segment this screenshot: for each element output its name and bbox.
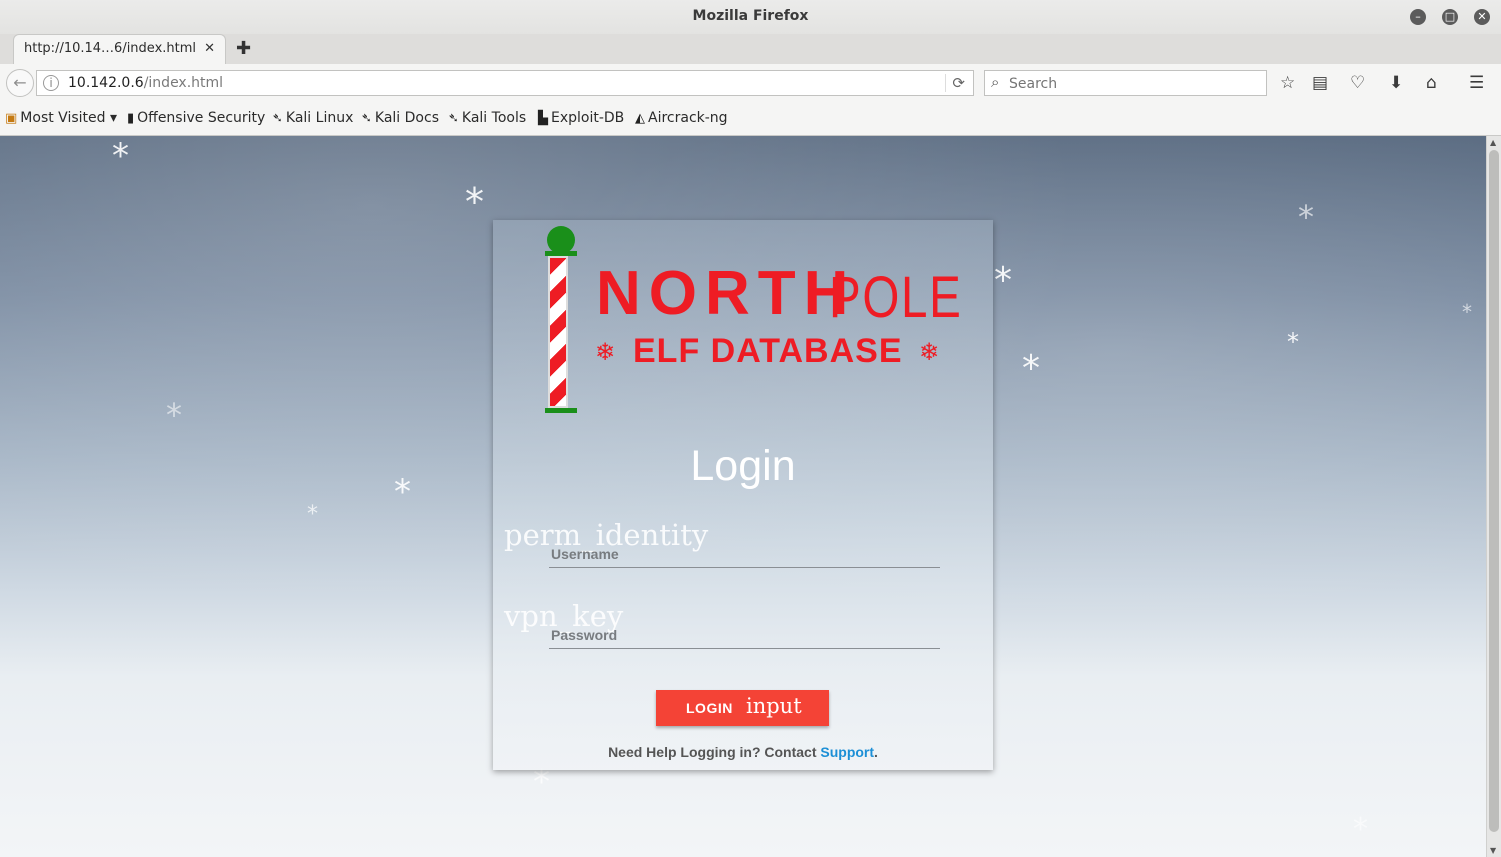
kali-icon: ➴ bbox=[448, 111, 459, 126]
bookmark-label: Exploit-DB bbox=[551, 110, 625, 126]
folder-icon: ▣ bbox=[5, 111, 18, 126]
back-arrow-icon[interactable]: ← bbox=[6, 69, 34, 97]
navigation-toolbar: ← i 10.142.0.6/index.html ⟳ ⌕ ☆ ▤ ♡ ⬇ ⌂ … bbox=[0, 64, 1501, 102]
snowflake-icon: * bbox=[994, 260, 1012, 301]
snowflake-icon: ❄ bbox=[919, 338, 940, 366]
url-host: 10.142.0.6 bbox=[68, 75, 144, 91]
input-icon: input bbox=[746, 694, 802, 718]
snowflake-icon: ❄ bbox=[595, 338, 616, 366]
bookmark-kali-tools[interactable]: ➴ Kali Tools bbox=[448, 110, 526, 126]
window-title: Mozilla Firefox bbox=[692, 8, 809, 24]
reading-list-icon[interactable]: ▤ bbox=[1312, 73, 1328, 93]
bookmark-label: Kali Docs bbox=[374, 110, 439, 126]
bookmark-label: Aircrack-ng bbox=[648, 110, 728, 126]
search-input[interactable] bbox=[1007, 72, 1261, 96]
scrollbar-thumb[interactable] bbox=[1489, 150, 1499, 832]
snowflake-icon: * bbox=[112, 136, 129, 176]
home-icon[interactable]: ⌂ bbox=[1426, 73, 1437, 93]
search-box[interactable]: ⌕ bbox=[984, 70, 1267, 96]
snowflake-icon: * bbox=[1287, 328, 1299, 356]
snowflake-icon: * bbox=[1353, 812, 1368, 847]
bookmark-label: Most Visited ▾ bbox=[20, 110, 117, 126]
minimize-icon[interactable]: – bbox=[1410, 9, 1426, 25]
menu-icon[interactable]: ☰ bbox=[1469, 73, 1484, 93]
password-field[interactable] bbox=[549, 620, 944, 650]
snowflake-icon: * bbox=[166, 396, 182, 434]
password-input[interactable] bbox=[549, 620, 944, 650]
tab-index[interactable]: http://10.14…6/index.html ✕ bbox=[13, 34, 226, 64]
page-content: * * * * * * * * * * * * NORTH POLE ❄ ELF… bbox=[0, 136, 1486, 857]
aircrack-icon: ◭ bbox=[635, 111, 645, 126]
url-text[interactable]: 10.142.0.6/index.html bbox=[68, 75, 223, 91]
exploitdb-icon: ▙ bbox=[538, 111, 548, 126]
reload-icon[interactable]: ⟳ bbox=[945, 74, 965, 92]
kali-icon: ➴ bbox=[272, 111, 283, 126]
site-info-icon[interactable]: i bbox=[43, 75, 59, 91]
offsec-icon: ▮ bbox=[127, 111, 135, 126]
logo-north-text: NORTH bbox=[596, 259, 857, 328]
bookmark-exploit-db[interactable]: ▙ Exploit-DB bbox=[538, 110, 624, 126]
kali-icon: ➴ bbox=[361, 111, 372, 126]
tab-strip: http://10.14…6/index.html ✕ ✚ bbox=[0, 34, 1501, 64]
snowflake-icon: * bbox=[394, 472, 411, 512]
new-tab-icon[interactable]: ✚ bbox=[236, 38, 251, 59]
pole-ball bbox=[547, 226, 575, 254]
support-link[interactable]: Support bbox=[820, 744, 874, 760]
bookmark-offensive-security[interactable]: ▮ Offensive Security bbox=[127, 110, 265, 126]
login-button[interactable]: LOGIN input bbox=[656, 690, 829, 726]
close-window-icon[interactable]: ✕ bbox=[1474, 9, 1490, 25]
snowflake-icon: * bbox=[1022, 348, 1040, 389]
login-card: NORTH POLE ❄ ELF DATABASE ❄ Login perm_i… bbox=[493, 220, 993, 770]
bookmarks-toolbar: ▣ Most Visited ▾ ▮ Offensive Security ➴ Kal… bbox=[0, 102, 1501, 136]
bookmark-label: Offensive Security bbox=[137, 110, 266, 126]
pocket-icon[interactable]: ♡ bbox=[1350, 73, 1365, 93]
snowflake-icon: * bbox=[465, 180, 484, 224]
download-icon[interactable]: ⬇ bbox=[1389, 73, 1403, 93]
bookmark-star-icon[interactable]: ☆ bbox=[1280, 73, 1295, 93]
bookmark-label: Kali Linux bbox=[285, 110, 354, 126]
vertical-scrollbar[interactable]: ▲ ▼ bbox=[1486, 136, 1501, 857]
snowflake-icon: * bbox=[1298, 198, 1314, 236]
candy-pole bbox=[548, 256, 568, 408]
bookmark-kali-docs[interactable]: ➴ Kali Docs bbox=[361, 110, 439, 126]
login-button-label: LOGIN bbox=[686, 700, 733, 716]
help-period: . bbox=[874, 744, 878, 760]
maximize-icon[interactable]: □ bbox=[1442, 9, 1458, 25]
pole-base bbox=[545, 408, 577, 413]
help-text: Need Help Logging in? Contact Support. bbox=[493, 744, 993, 760]
search-icon: ⌕ bbox=[991, 73, 1000, 91]
username-input[interactable] bbox=[549, 539, 944, 569]
login-title: Login bbox=[690, 442, 796, 490]
window-titlebar: Mozilla Firefox – □ ✕ bbox=[0, 0, 1501, 35]
bookmark-label: Kali Tools bbox=[461, 110, 527, 126]
help-message: Need Help Logging in? Contact bbox=[608, 744, 821, 760]
url-path: /index.html bbox=[143, 75, 224, 91]
bookmark-most-visited[interactable]: ▣ Most Visited ▾ bbox=[5, 110, 117, 126]
bookmark-kali-linux[interactable]: ➴ Kali Linux bbox=[272, 110, 353, 126]
snowflake-icon: * bbox=[1462, 300, 1472, 324]
scroll-down-icon[interactable]: ▼ bbox=[1490, 846, 1496, 855]
url-bar[interactable]: i 10.142.0.6/index.html ⟳ bbox=[36, 70, 974, 96]
scroll-up-icon[interactable]: ▲ bbox=[1490, 138, 1496, 147]
tab-label: http://10.14…6/index.html bbox=[24, 41, 197, 56]
logo-pole-text: POLE bbox=[829, 265, 963, 330]
username-field[interactable] bbox=[549, 539, 944, 569]
snowflake-icon: * bbox=[307, 502, 318, 527]
logo-subtitle: ELF DATABASE bbox=[633, 332, 903, 370]
close-tab-icon[interactable]: ✕ bbox=[204, 41, 215, 56]
bookmark-aircrack-ng[interactable]: ◭ Aircrack-ng bbox=[635, 110, 728, 126]
